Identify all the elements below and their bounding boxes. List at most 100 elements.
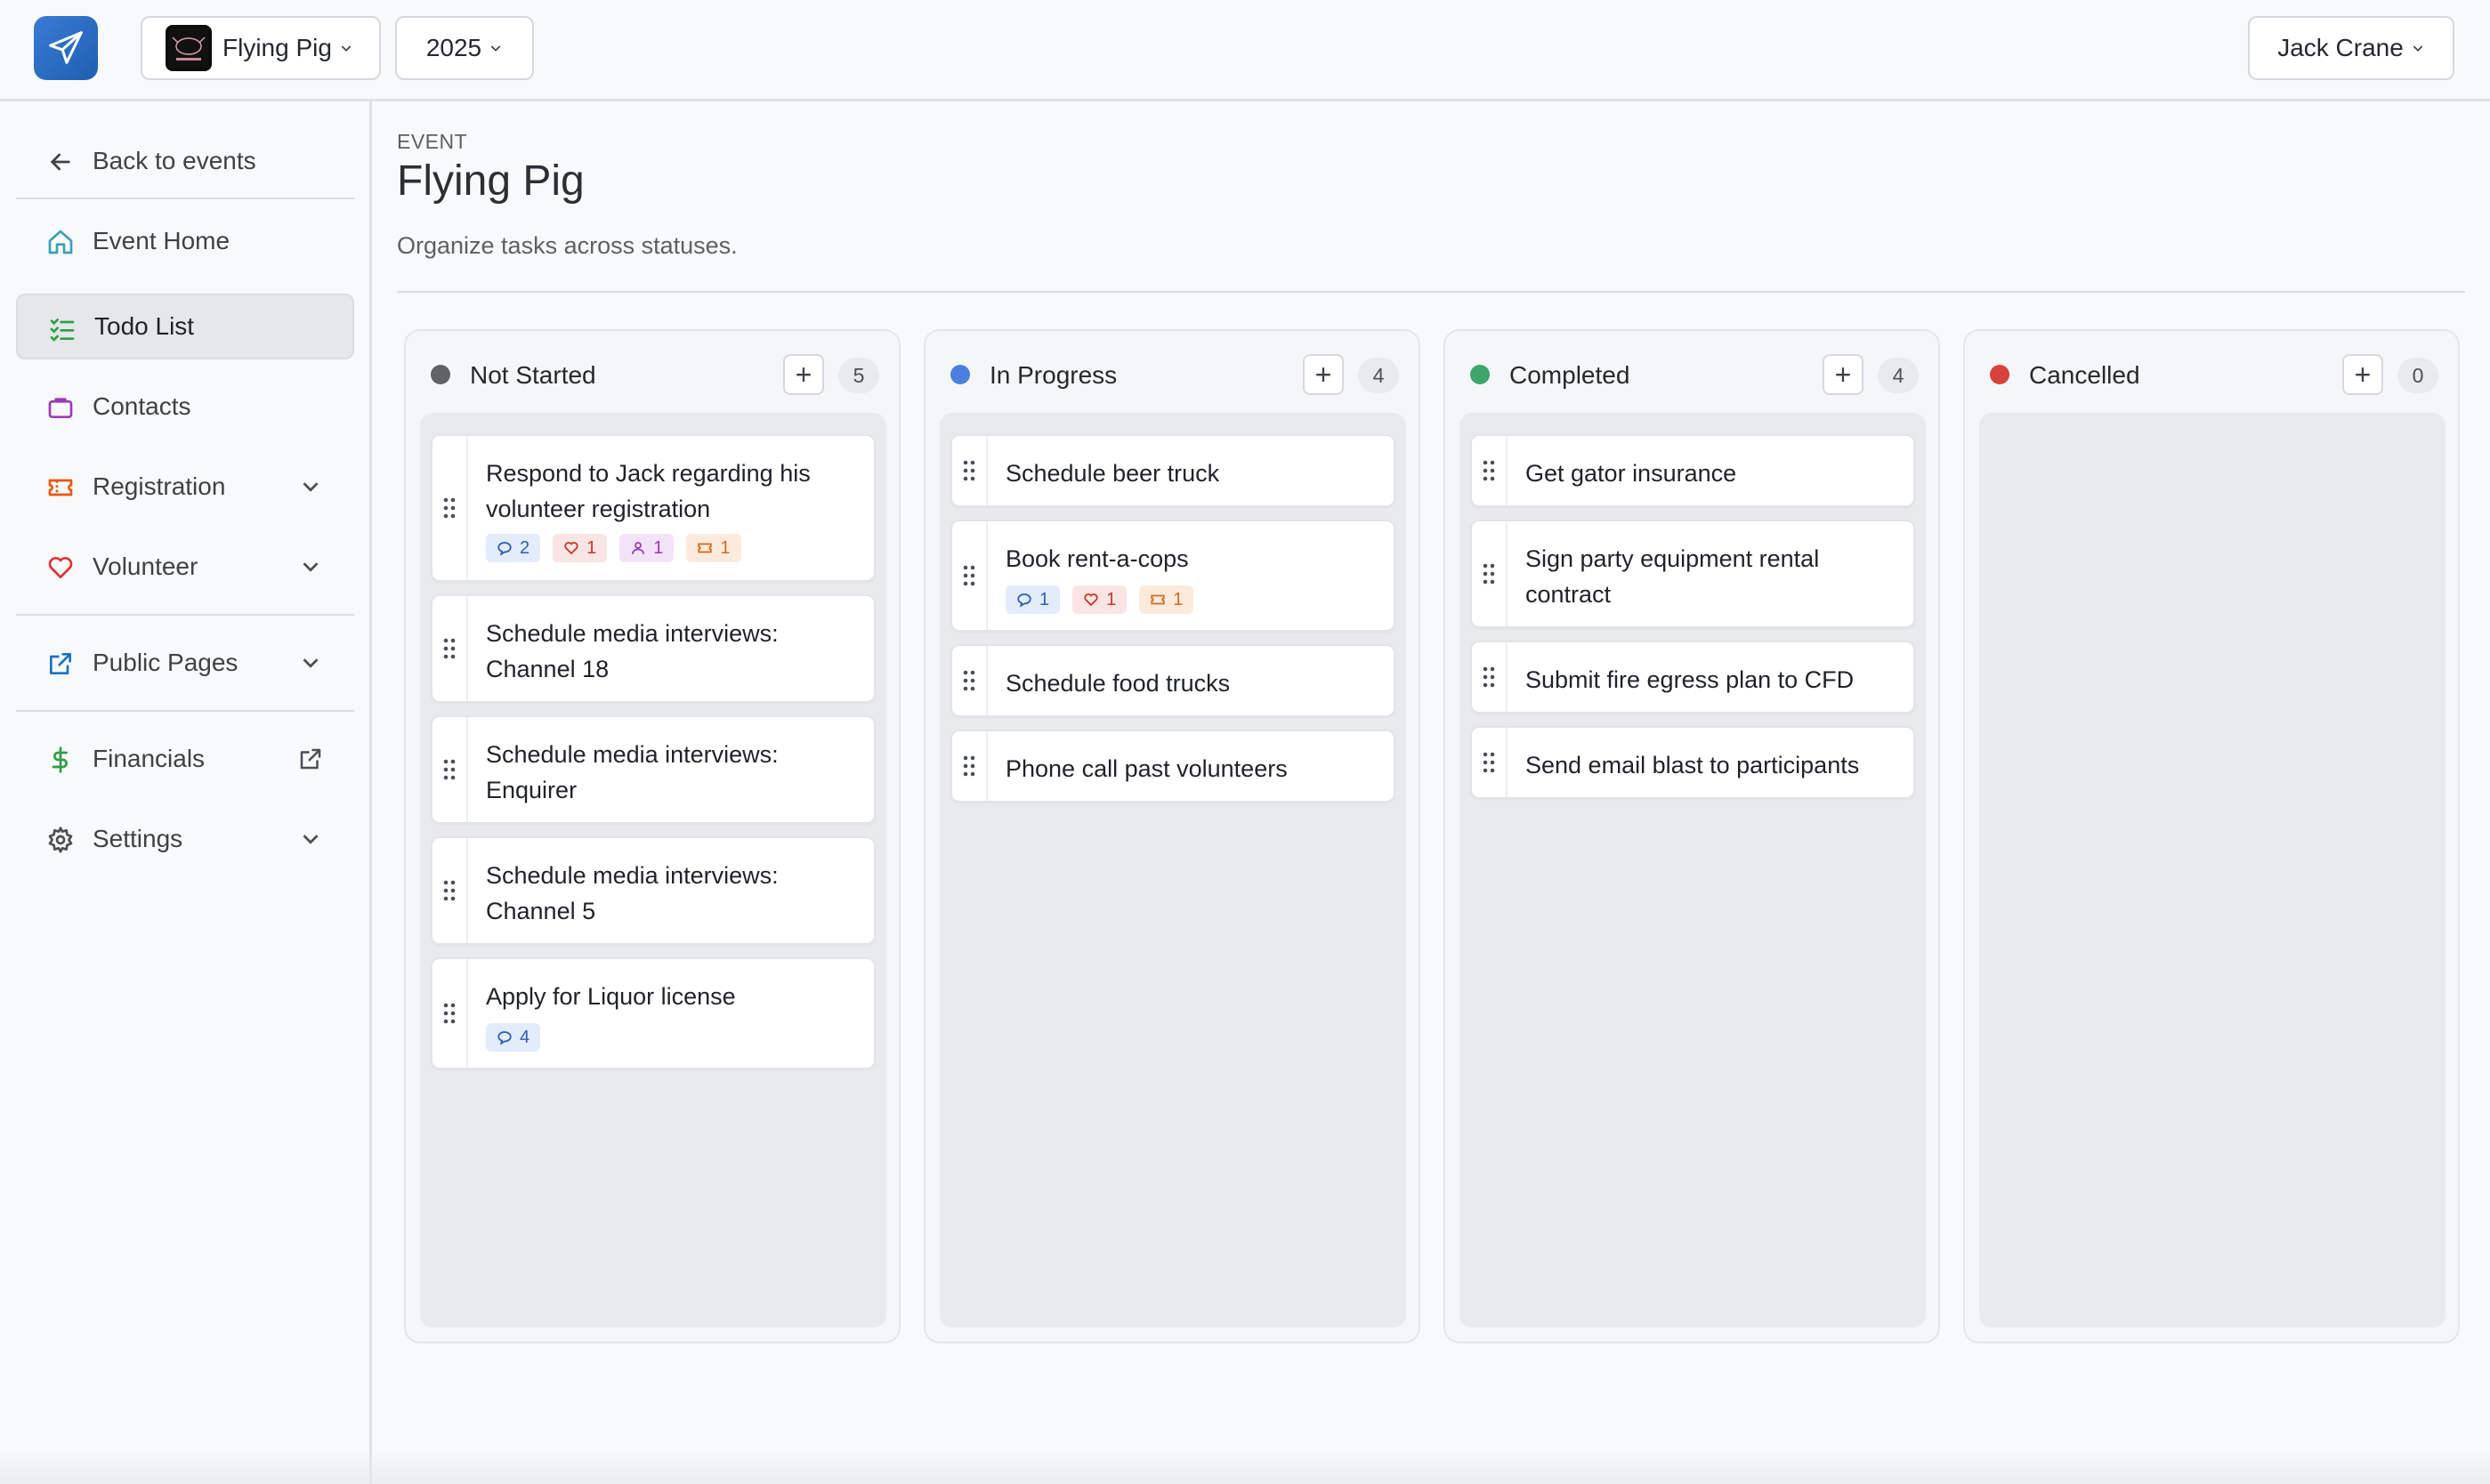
bottom-shadow — [0, 1448, 2490, 1484]
event-selector-label: Flying Pig — [222, 34, 332, 61]
task-badges: 2 1 1 1 — [486, 534, 741, 562]
column-title: Cancelled — [2029, 361, 2140, 389]
back-to-events-label: Back to events — [93, 147, 256, 174]
task-title: Schedule media interviews: Channel 18 — [486, 620, 779, 682]
page-subtitle: Organize tasks across statuses. — [397, 232, 738, 259]
drag-handle-icon[interactable] — [952, 521, 988, 630]
drag-handle-icon[interactable] — [433, 596, 468, 701]
drag-handle-icon[interactable] — [952, 436, 988, 505]
add-task-button[interactable]: + — [1823, 354, 1863, 395]
task-card[interactable]: Schedule media interviews: Channel 5 — [431, 836, 876, 945]
sidebar-item-label: Financials — [93, 745, 206, 772]
task-card[interactable]: Sign party equipment rental contract — [1470, 520, 1915, 628]
column-completed: Completed + 4 Get gator insurance Sign p… — [1443, 329, 1940, 1343]
sidebar-item-registration[interactable]: Registration — [16, 454, 354, 520]
column-title: In Progress — [990, 361, 1118, 389]
drag-handle-icon[interactable] — [433, 717, 468, 822]
sidebar-item-label: Settings — [93, 825, 183, 852]
sidebar-item-settings[interactable]: Settings — [16, 806, 354, 872]
sidebar-item-event-home[interactable]: Event Home — [16, 208, 354, 274]
column-drop-zone[interactable]: Get gator insurance Sign party equipment… — [1459, 413, 1926, 1327]
task-title: Schedule food trucks — [1006, 670, 1231, 697]
volunteer-count: 1 — [1106, 589, 1117, 609]
volunteer-badge: 1 — [553, 534, 608, 562]
chevron-down-icon — [303, 658, 319, 668]
task-badges: 4 — [486, 1023, 541, 1052]
dollar-icon — [52, 746, 68, 773]
drag-handle-icon[interactable] — [952, 731, 988, 801]
task-card[interactable]: Schedule beer truck — [950, 434, 1395, 507]
drag-handle-icon[interactable] — [1472, 521, 1508, 626]
column-drop-zone[interactable] — [1979, 413, 2446, 1327]
drag-handle-icon[interactable] — [433, 959, 468, 1068]
column-not-started: Not Started + 5 Respond to Jack regardin… — [404, 329, 901, 1343]
sidebar-item-label: Public Pages — [93, 649, 238, 676]
sidebar-item-label: Volunteer — [93, 552, 198, 580]
drag-handle-icon[interactable] — [433, 838, 468, 943]
task-title: Schedule media interviews: Channel 5 — [486, 862, 779, 924]
sidebar-item-financials[interactable]: Financials — [16, 726, 354, 792]
status-dot — [431, 365, 450, 384]
task-title: Book rent-a-cops — [1006, 545, 1189, 572]
drag-handle-icon[interactable] — [952, 646, 988, 715]
comments-count: 2 — [520, 537, 530, 558]
sidebar-item-label: Contacts — [93, 392, 191, 420]
drag-handle-icon[interactable] — [1472, 436, 1508, 505]
drag-handle-icon[interactable] — [1472, 728, 1508, 797]
header-divider — [397, 291, 2465, 293]
back-to-events-link[interactable]: Back to events — [16, 128, 354, 194]
ticket-icon — [698, 543, 713, 553]
page-eyebrow: EVENT — [397, 130, 468, 153]
add-task-button[interactable]: + — [2342, 354, 2383, 395]
comments-count: 1 — [1039, 589, 1050, 609]
contacts-badge: 1 — [619, 534, 675, 562]
event-selector[interactable]: Flying Pig — [141, 16, 381, 80]
task-card[interactable]: Schedule media interviews: Channel 18 — [431, 594, 876, 703]
task-count-badge: 5 — [838, 358, 879, 393]
comment-icon — [497, 542, 512, 556]
registration-badge: 1 — [1139, 585, 1194, 614]
sidebar-divider — [16, 710, 354, 712]
year-selector-label: 2025 — [425, 34, 482, 61]
sidebar-item-public-pages[interactable]: Public Pages — [16, 630, 354, 696]
task-title: Submit fire egress plan to CFD — [1525, 666, 1855, 693]
column-cancelled: Cancelled + 0 — [1963, 329, 2460, 1343]
paper-plane-logo-icon[interactable] — [34, 16, 98, 80]
comments-count: 4 — [520, 1027, 530, 1047]
sidebar-item-volunteer[interactable]: Volunteer — [16, 534, 354, 600]
task-card[interactable]: Submit fire egress plan to CFD — [1470, 641, 1915, 714]
task-count-badge: 4 — [1358, 358, 1399, 393]
person-icon — [632, 542, 645, 554]
year-selector[interactable]: 2025 — [395, 16, 534, 80]
volunteer-count: 1 — [586, 537, 597, 558]
drag-handle-icon[interactable] — [1472, 642, 1508, 712]
drag-handle-icon[interactable] — [433, 436, 468, 580]
task-title: Sign party equipment rental contract — [1525, 545, 1820, 608]
sidebar-item-contacts[interactable]: Contacts — [16, 374, 354, 440]
chevron-down-icon — [303, 562, 319, 572]
registration-badge: 1 — [686, 534, 741, 562]
task-card[interactable]: Apply for Liquor license 4 — [431, 957, 876, 1069]
add-task-button[interactable]: + — [783, 354, 824, 395]
column-drop-zone[interactable]: Respond to Jack regarding his volunteer … — [420, 413, 886, 1327]
user-menu[interactable]: Jack Crane — [2248, 16, 2454, 80]
chevron-down-icon — [303, 835, 319, 844]
status-dot — [1990, 365, 2009, 384]
column-drop-zone[interactable]: Schedule beer truck Book rent-a-cops 1 1… — [940, 413, 1406, 1327]
task-card[interactable]: Book rent-a-cops 1 1 1 — [950, 520, 1395, 632]
sidebar-item-todo-list[interactable]: Todo List — [16, 294, 354, 359]
registration-count: 1 — [1173, 589, 1184, 609]
comments-badge: 1 — [1006, 585, 1061, 614]
task-count-badge: 0 — [2397, 358, 2438, 393]
add-task-button[interactable]: + — [1303, 354, 1344, 395]
task-card[interactable]: Respond to Jack regarding his volunteer … — [431, 434, 876, 582]
task-card[interactable]: Send email blast to participants — [1470, 726, 1915, 799]
task-card[interactable]: Schedule food trucks — [950, 644, 1395, 717]
checklist-icon — [50, 319, 75, 342]
task-card[interactable]: Schedule media interviews: Enquirer — [431, 715, 876, 824]
page-title: Flying Pig — [397, 157, 585, 205]
task-card[interactable]: Phone call past volunteers — [950, 730, 1395, 802]
status-dot — [1470, 365, 1490, 384]
column-header: In Progress + 4 — [926, 331, 1419, 413]
task-card[interactable]: Get gator insurance — [1470, 434, 1915, 507]
